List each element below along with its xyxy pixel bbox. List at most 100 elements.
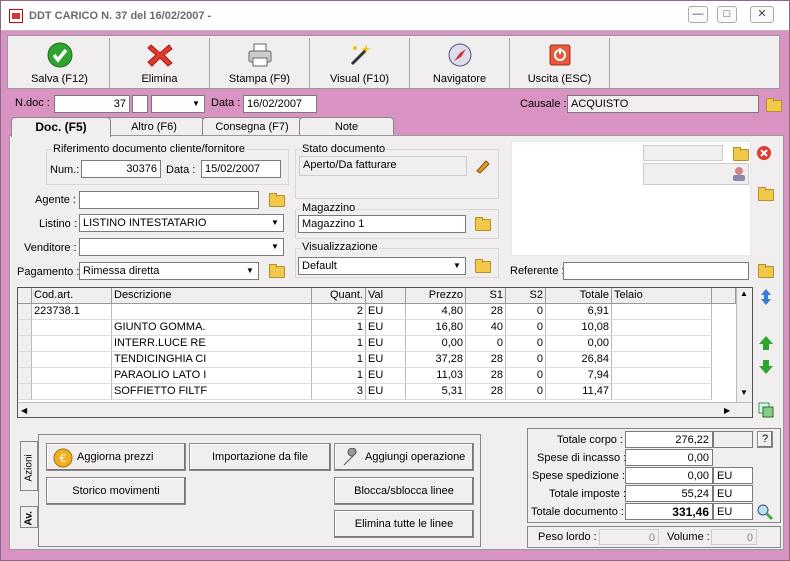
cell-s1[interactable]: 0: [466, 336, 506, 352]
delete-circle-icon[interactable]: [755, 144, 773, 162]
cell-codart[interactable]: [32, 368, 112, 384]
rif-date-input[interactable]: 15/02/2007: [201, 160, 281, 178]
blocca-button[interactable]: Blocca/sblocca linee: [334, 477, 474, 505]
vertical-scrollbar[interactable]: ▲ ▼: [736, 288, 752, 402]
col-header-telaio[interactable]: Telaio: [612, 288, 712, 304]
visualizzazione-select[interactable]: Default ▼: [298, 257, 466, 275]
cell-codart[interactable]: 223738.1: [32, 304, 112, 320]
folder-icon[interactable]: [266, 190, 286, 208]
aggiorna-prezzi-button[interactable]: € Aggiorna prezzi: [46, 443, 186, 471]
help-button[interactable]: ?: [757, 431, 773, 448]
storico-button[interactable]: Storico movimenti: [46, 477, 186, 505]
move-up-icon[interactable]: [757, 334, 775, 352]
causale-input[interactable]: ACQUISTO: [567, 95, 759, 113]
ndoc-input[interactable]: 37: [54, 95, 130, 113]
col-header-val[interactable]: Val: [366, 288, 406, 304]
cell-s1[interactable]: 28: [466, 352, 506, 368]
tab-doc[interactable]: Doc. (F5): [11, 117, 111, 137]
folder-icon[interactable]: [755, 261, 775, 279]
cell-totale[interactable]: 11,47: [546, 384, 612, 400]
horizontal-scrollbar[interactable]: ◀ ▶: [18, 402, 752, 417]
cell-prezzo[interactable]: 0,00: [406, 336, 466, 352]
folder-icon[interactable]: [472, 214, 492, 232]
cell-descrizione[interactable]: INTERR.LUCE RE: [112, 336, 312, 352]
cell-totale[interactable]: 26,84: [546, 352, 612, 368]
col-header-totale[interactable]: Totale: [546, 288, 612, 304]
elimina-linee-button[interactable]: Elimina tutte le linee: [334, 510, 474, 538]
cell-quant[interactable]: 3: [312, 384, 366, 400]
agente-input[interactable]: [79, 191, 259, 209]
cell-val[interactable]: EU: [366, 320, 406, 336]
grid-refresh-icon[interactable]: [757, 401, 775, 419]
cell-s1[interactable]: 28: [466, 304, 506, 320]
col-header-s1[interactable]: S1: [466, 288, 506, 304]
cell-s2[interactable]: 0: [506, 336, 546, 352]
cell-codart[interactable]: [32, 352, 112, 368]
navigator-button[interactable]: Navigatore: [410, 38, 510, 88]
cell-s2[interactable]: 0: [506, 304, 546, 320]
cell-totale[interactable]: 7,94: [546, 368, 612, 384]
cell-telaio[interactable]: [612, 368, 712, 384]
folder-icon[interactable]: [266, 261, 286, 279]
exit-button[interactable]: Uscita (ESC): [510, 38, 610, 88]
row-selector[interactable]: [18, 320, 32, 336]
cell-descrizione[interactable]: PARAOLIO LATO I: [112, 368, 312, 384]
cell-prezzo[interactable]: 37,28: [406, 352, 466, 368]
folder-icon[interactable]: [755, 184, 775, 202]
zoom-icon[interactable]: [756, 503, 774, 521]
cell-s1[interactable]: 28: [466, 368, 506, 384]
num-input[interactable]: 30376: [81, 160, 161, 178]
folder-icon[interactable]: [763, 95, 783, 113]
cell-val[interactable]: EU: [366, 384, 406, 400]
col-header-s2[interactable]: S2: [506, 288, 546, 304]
scroll-down-icon[interactable]: ▼: [740, 388, 748, 397]
col-header-descrizione[interactable]: Descrizione: [112, 288, 312, 304]
pencil-icon[interactable]: [473, 157, 493, 175]
col-header-prezzo[interactable]: Prezzo: [406, 288, 466, 304]
tab-av[interactable]: Av.: [20, 506, 38, 528]
date-input[interactable]: 16/02/2007: [243, 95, 317, 113]
folder-icon[interactable]: [472, 256, 492, 274]
cell-s2[interactable]: 0: [506, 320, 546, 336]
minimize-button[interactable]: —: [688, 6, 708, 23]
cell-codart[interactable]: [32, 336, 112, 352]
cell-s2[interactable]: 0: [506, 384, 546, 400]
cell-s2[interactable]: 0: [506, 352, 546, 368]
cell-val[interactable]: EU: [366, 368, 406, 384]
cell-descrizione[interactable]: GIUNTO GOMMA.: [112, 320, 312, 336]
venditore-select[interactable]: ▼: [79, 238, 284, 256]
cell-descrizione[interactable]: SOFFIETTO FILTF: [112, 384, 312, 400]
cell-totale[interactable]: 0,00: [546, 336, 612, 352]
row-selector[interactable]: [18, 336, 32, 352]
cell-quant[interactable]: 1: [312, 352, 366, 368]
cell-telaio[interactable]: [612, 352, 712, 368]
ndoc-series-select[interactable]: ▼: [151, 95, 205, 113]
cell-telaio[interactable]: [612, 384, 712, 400]
cell-descrizione[interactable]: TENDICINGHIA CI: [112, 352, 312, 368]
delete-button[interactable]: Elimina: [110, 38, 210, 88]
cell-quant[interactable]: 1: [312, 320, 366, 336]
ndoc-suffix-input[interactable]: [132, 95, 148, 113]
tab-altro[interactable]: Altro (F6): [104, 117, 204, 137]
cell-s2[interactable]: 0: [506, 368, 546, 384]
save-button[interactable]: Salva (F12): [10, 38, 110, 88]
importazione-button[interactable]: Importazione da file: [189, 443, 331, 471]
print-button[interactable]: Stampa (F9): [210, 38, 310, 88]
cell-quant[interactable]: 1: [312, 368, 366, 384]
cell-codart[interactable]: [32, 384, 112, 400]
scroll-left-icon[interactable]: ◀: [21, 406, 27, 415]
cell-val[interactable]: EU: [366, 336, 406, 352]
folder-icon[interactable]: [730, 144, 750, 162]
tab-azioni[interactable]: Azioni: [20, 441, 38, 491]
sort-arrows-icon[interactable]: [757, 288, 775, 306]
cell-quant[interactable]: 2: [312, 304, 366, 320]
cell-prezzo[interactable]: 4,80: [406, 304, 466, 320]
cell-prezzo[interactable]: 11,03: [406, 368, 466, 384]
row-selector[interactable]: [18, 384, 32, 400]
cell-val[interactable]: EU: [366, 304, 406, 320]
visual-button[interactable]: Visual (F10): [310, 38, 410, 88]
pagamento-select[interactable]: Rimessa diretta ▼: [79, 262, 259, 280]
cell-totale[interactable]: 10,08: [546, 320, 612, 336]
row-selector[interactable]: [18, 304, 32, 320]
scroll-up-icon[interactable]: ▲: [740, 289, 748, 298]
